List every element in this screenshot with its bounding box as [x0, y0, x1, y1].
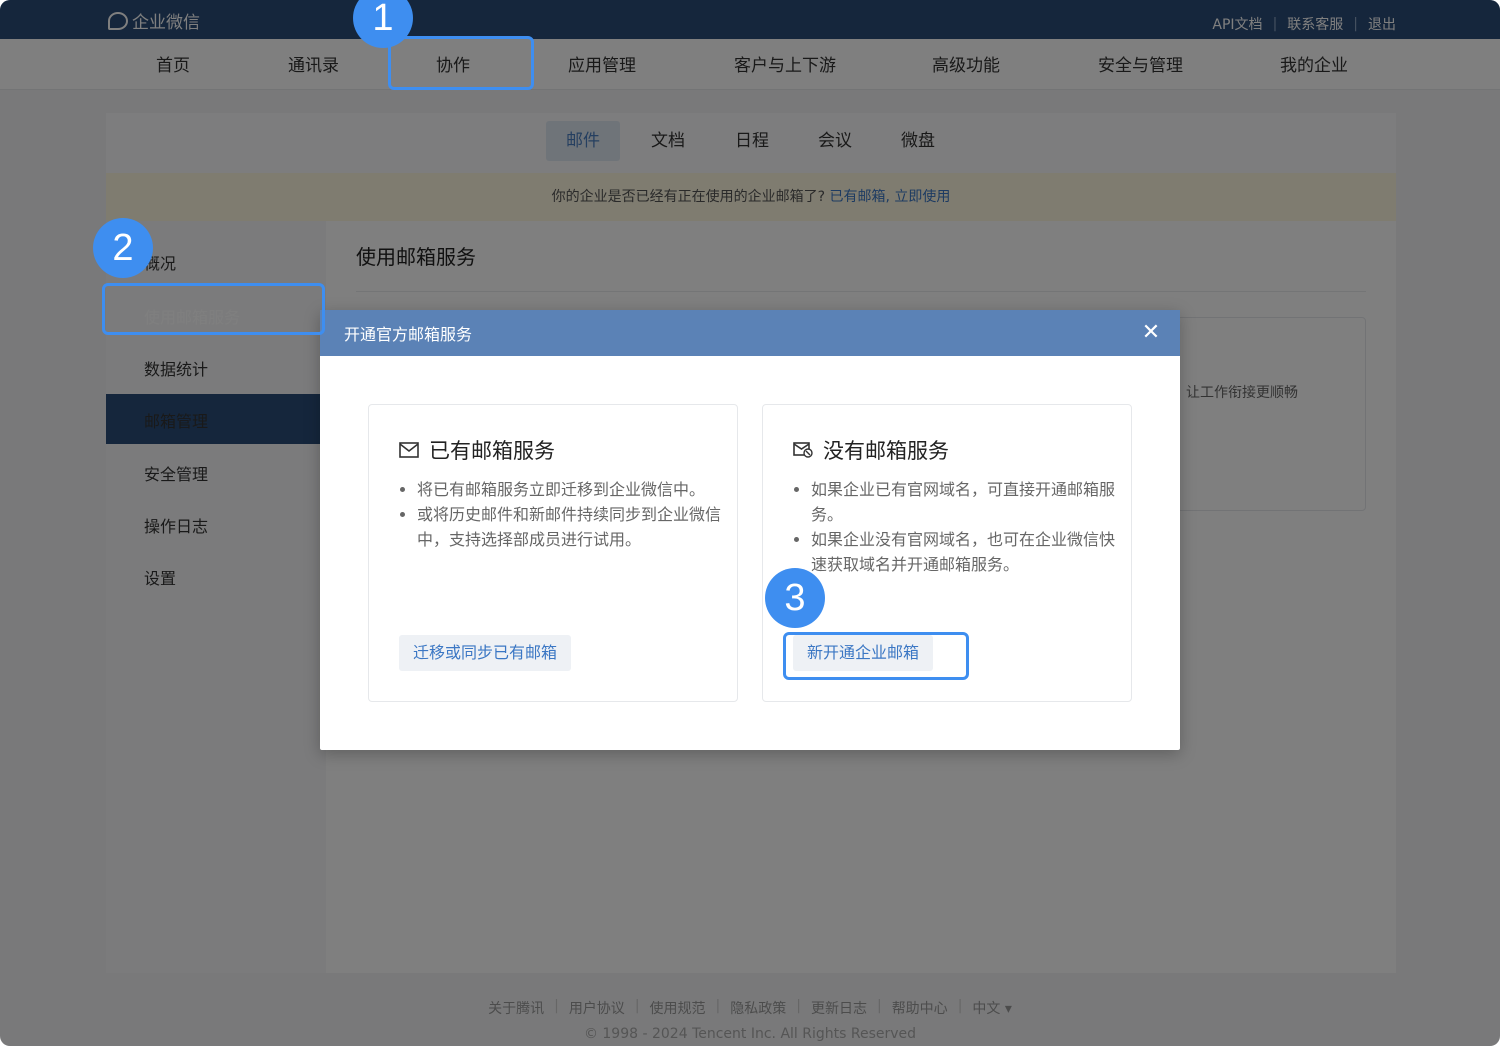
highlight-create-mail [783, 632, 969, 680]
list-item: 如果企业没有官网域名，也可在企业微信快速获取域名并开通邮箱服务。 [811, 527, 1121, 577]
dialog-header: 开通官方邮箱服务 ✕ [320, 310, 1180, 356]
no-mail-title: 没有邮箱服务 [823, 439, 949, 463]
page-frame: 企业微信 API文档 | 联系客服 | 退出 首页 通讯录 协作 应用管理 客户… [0, 0, 1500, 1046]
highlight-use-mail [102, 283, 325, 335]
open-mail-service-dialog: 开通官方邮箱服务 ✕ 已有邮箱服务 将已有邮箱服务立即迁移到企业微信中。 或将历… [320, 310, 1180, 750]
step-badge-3: 3 [765, 568, 825, 628]
close-icon[interactable]: ✕ [1138, 320, 1164, 346]
mail-icon [399, 442, 419, 458]
dialog-title: 开通官方邮箱服务 [344, 325, 473, 344]
list-item: 将已有邮箱服务立即迁移到企业微信中。 [417, 477, 727, 502]
migrate-sync-button[interactable]: 迁移或同步已有邮箱 [399, 635, 572, 671]
existing-mail-card: 已有邮箱服务 将已有邮箱服务立即迁移到企业微信中。 或将历史邮件和新邮件持续同步… [368, 404, 738, 702]
existing-mail-bullets: 将已有邮箱服务立即迁移到企业微信中。 或将历史邮件和新邮件持续同步到企业微信中，… [399, 477, 727, 552]
list-item: 如果企业已有官网域名，可直接开通邮箱服务。 [811, 477, 1121, 527]
mail-new-icon [793, 442, 813, 458]
no-mail-bullets: 如果企业已有官网域名，可直接开通邮箱服务。 如果企业没有官网域名，也可在企业微信… [793, 477, 1121, 577]
list-item: 或将历史邮件和新邮件持续同步到企业微信中，支持选择部成员进行试用。 [417, 502, 727, 552]
step-badge-2: 2 [93, 218, 153, 278]
highlight-collaboration [388, 36, 534, 90]
existing-mail-title: 已有邮箱服务 [429, 439, 555, 463]
